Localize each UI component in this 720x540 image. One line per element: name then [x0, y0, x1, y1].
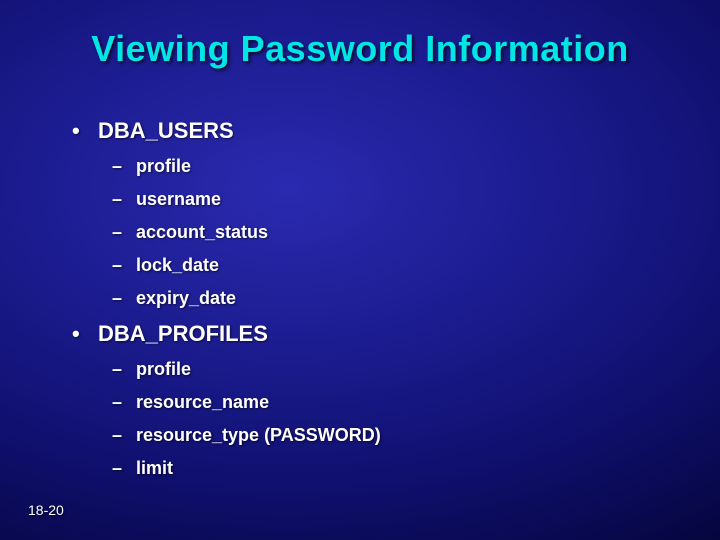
dash-icon: –: [112, 190, 136, 208]
bullet-l2: – resource_name: [112, 392, 642, 413]
slide-body: • DBA_USERS – profile – username – accou…: [72, 118, 642, 491]
bullet-text: profile: [136, 359, 191, 380]
bullet-l2: – expiry_date: [112, 288, 642, 309]
bullet-l1: • DBA_USERS: [72, 118, 642, 144]
slide-title: Viewing Password Information: [0, 28, 720, 70]
dash-icon: –: [112, 223, 136, 241]
dash-icon: –: [112, 426, 136, 444]
bullet-text: resource_name: [136, 392, 269, 413]
dash-icon: –: [112, 289, 136, 307]
slide-number: 18-20: [28, 502, 64, 518]
bullet-l2: – username: [112, 189, 642, 210]
bullet-text: expiry_date: [136, 288, 236, 309]
dash-icon: –: [112, 360, 136, 378]
bullet-l2: – profile: [112, 156, 642, 177]
slide: Viewing Password Information • DBA_USERS…: [0, 0, 720, 540]
bullet-text: DBA_PROFILES: [98, 321, 268, 347]
bullet-l2: – resource_type (PASSWORD): [112, 425, 642, 446]
dash-icon: –: [112, 459, 136, 477]
bullet-text: resource_type (PASSWORD): [136, 425, 381, 446]
bullet-text: username: [136, 189, 221, 210]
bullet-l1: • DBA_PROFILES: [72, 321, 642, 347]
bullet-icon: •: [72, 323, 98, 345]
bullet-text: limit: [136, 458, 173, 479]
dash-icon: –: [112, 157, 136, 175]
bullet-text: account_status: [136, 222, 268, 243]
bullet-l2: – profile: [112, 359, 642, 380]
bullet-l2: – account_status: [112, 222, 642, 243]
dash-icon: –: [112, 256, 136, 274]
bullet-text: profile: [136, 156, 191, 177]
dash-icon: –: [112, 393, 136, 411]
bullet-text: DBA_USERS: [98, 118, 234, 144]
bullet-text: lock_date: [136, 255, 219, 276]
bullet-icon: •: [72, 120, 98, 142]
bullet-l2: – lock_date: [112, 255, 642, 276]
bullet-l2: – limit: [112, 458, 642, 479]
